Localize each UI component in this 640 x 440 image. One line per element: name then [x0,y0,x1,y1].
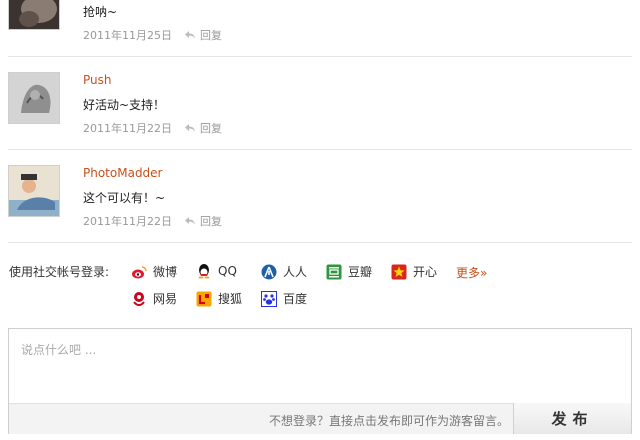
social-label: 搜狐 [218,292,243,306]
comment-text: 这个可以有！~ [83,191,166,205]
comment-meta: 2011年11月25日 回复 [83,27,222,43]
comment-meta: 2011年11月22日 回复 [83,213,222,229]
comment-text: 抢呐~ [83,5,118,19]
avatar[interactable] [8,165,60,217]
reply-label: 回复 [200,29,222,42]
baidu-icon [261,290,277,307]
kaixin-icon [391,264,407,279]
social-login-sohu[interactable]: 搜狐 [196,290,242,307]
reply-button[interactable]: 回复 [184,213,222,229]
comment-text: 好活动~支持！ [83,98,166,112]
reply-icon [185,31,195,39]
social-login-baidu[interactable]: 百度 [261,290,307,307]
social-login-kaixin[interactable]: 开心 [391,263,437,280]
social-label: 网易 [153,292,178,306]
social-login-renren[interactable]: 人人 [261,263,307,280]
reply-button[interactable]: 回复 [184,120,222,136]
comment-date: 2011年11月22日 [83,215,172,228]
guest-hint: 不想登录？直接点击发布即可作为游客留言。 [268,414,509,428]
reply-icon [185,124,195,132]
comment-divider [8,56,632,57]
comment-author[interactable]: Push [83,73,112,87]
social-login-netease[interactable]: 网易 [131,290,177,307]
social-label: QQ [218,264,237,278]
reply-button[interactable]: 回复 [184,27,222,43]
reply-label: 回复 [200,122,222,135]
social-login-qq[interactable]: QQ [196,263,237,279]
social-label: 豆瓣 [348,265,373,279]
reply-label: 回复 [200,215,222,228]
comment-meta: 2011年11月22日 回复 [83,120,222,136]
social-login-weibo[interactable]: 微博 [131,263,177,280]
comment-divider [8,242,632,243]
more-social-link[interactable]: 更多» [456,264,487,281]
renren-icon [261,264,277,279]
social-label: 微博 [153,265,178,279]
qq-icon [198,264,210,279]
comment-input[interactable] [9,329,631,403]
comment-date: 2011年11月22日 [83,122,172,135]
avatar[interactable] [8,0,60,30]
sohu-icon [196,291,212,306]
social-login-label: 使用社交帐号登录: [9,265,110,279]
social-label: 百度 [283,292,308,306]
social-label: 人人 [283,265,308,279]
comment-author[interactable]: PhotoMadder [83,166,163,180]
avatar[interactable] [8,72,60,124]
compose-footer: 不想登录？直接点击发布即可作为游客留言。 发布 [9,403,631,434]
douban-icon [326,264,342,279]
social-login-douban[interactable]: 豆瓣 [326,263,372,280]
netease-icon [133,291,145,306]
reply-icon [185,217,195,225]
weibo-icon [132,265,147,278]
post-button[interactable]: 发布 [513,403,631,434]
comment-compose-box: 不想登录？直接点击发布即可作为游客留言。 发布 [8,328,632,434]
social-label: 开心 [413,265,438,279]
comment-date: 2011年11月25日 [83,29,172,42]
comment-divider [8,149,632,150]
